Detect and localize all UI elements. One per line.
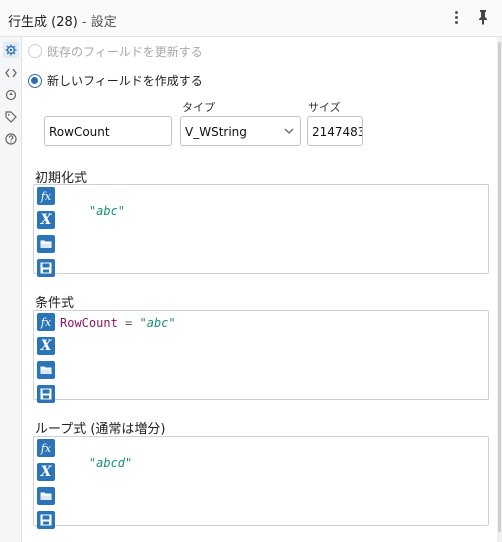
more-options-icon[interactable]: [452, 9, 462, 27]
init-expression-editor[interactable]: fx X "abc": [33, 184, 489, 277]
function-fx-icon[interactable]: fx: [37, 313, 55, 331]
save-icon[interactable]: [37, 259, 55, 277]
field-name-value: RowCount: [49, 125, 110, 139]
condition-expression-title: 条件式: [35, 296, 75, 311]
panel-header: 行生成 (28) - 設定: [0, 0, 502, 37]
panel-title: 行生成 (28) - 設定: [8, 11, 117, 30]
vertical-scrollbar[interactable]: [497, 37, 502, 542]
update-existing-label: 既存のフィールドを更新する: [47, 45, 203, 59]
settings-gear-icon[interactable]: [3, 42, 19, 58]
loop-expression-code: "abcd": [60, 442, 132, 484]
init-expression-string: "abc": [88, 204, 126, 218]
size-value: 214748364: [312, 125, 362, 139]
variable-icon[interactable]: X: [37, 337, 55, 355]
field-name-input[interactable]: RowCount: [44, 116, 172, 146]
open-folder-icon[interactable]: [37, 487, 55, 505]
size-input[interactable]: 214748364: [307, 116, 363, 146]
rotate-icon[interactable]: [3, 87, 19, 103]
function-fx-icon[interactable]: fx: [37, 439, 55, 457]
loop-expression-title: ループ式 (通常は増分): [35, 422, 166, 437]
condition-expression-code: RowCount = "abc": [60, 316, 176, 330]
scrollbar-thumb[interactable]: [498, 42, 501, 532]
condition-expression-editor[interactable]: fx X RowCount = "abc": [33, 310, 489, 403]
loop-expression-string: "abcd": [88, 456, 133, 470]
open-folder-icon[interactable]: [37, 235, 55, 253]
variable-icon[interactable]: X: [37, 463, 55, 481]
pin-icon[interactable]: [476, 9, 492, 27]
save-icon[interactable]: [37, 385, 55, 403]
tag-icon[interactable]: [3, 109, 19, 125]
create-new-label: 新しいフィールドを作成する: [47, 74, 203, 88]
tool-name: 行生成 (28): [8, 15, 78, 30]
size-caption: サイズ: [308, 101, 341, 114]
variable-icon[interactable]: X: [37, 211, 55, 229]
help-icon[interactable]: [3, 131, 19, 147]
init-expression-code: "abc": [60, 190, 125, 232]
save-icon[interactable]: [37, 511, 55, 529]
update-existing-radio[interactable]: [28, 44, 42, 58]
function-fx-icon[interactable]: fx: [37, 187, 55, 205]
code-brackets-icon[interactable]: [3, 65, 19, 81]
type-select[interactable]: V_WString: [180, 116, 301, 146]
loop-expression-editor[interactable]: fx X "abcd": [33, 436, 489, 529]
panel-subtitle: - 設定: [81, 15, 117, 30]
condition-operator-token: =: [125, 316, 133, 330]
open-folder-icon[interactable]: [37, 361, 55, 379]
chevron-down-icon: [284, 128, 294, 134]
condition-string-token: "abc": [139, 316, 176, 330]
condition-field-token: RowCount: [60, 316, 118, 330]
create-new-radio[interactable]: [28, 74, 42, 88]
type-select-value: V_WString: [185, 125, 247, 139]
config-sidebar: [0, 37, 22, 542]
type-caption: タイプ: [182, 101, 215, 114]
